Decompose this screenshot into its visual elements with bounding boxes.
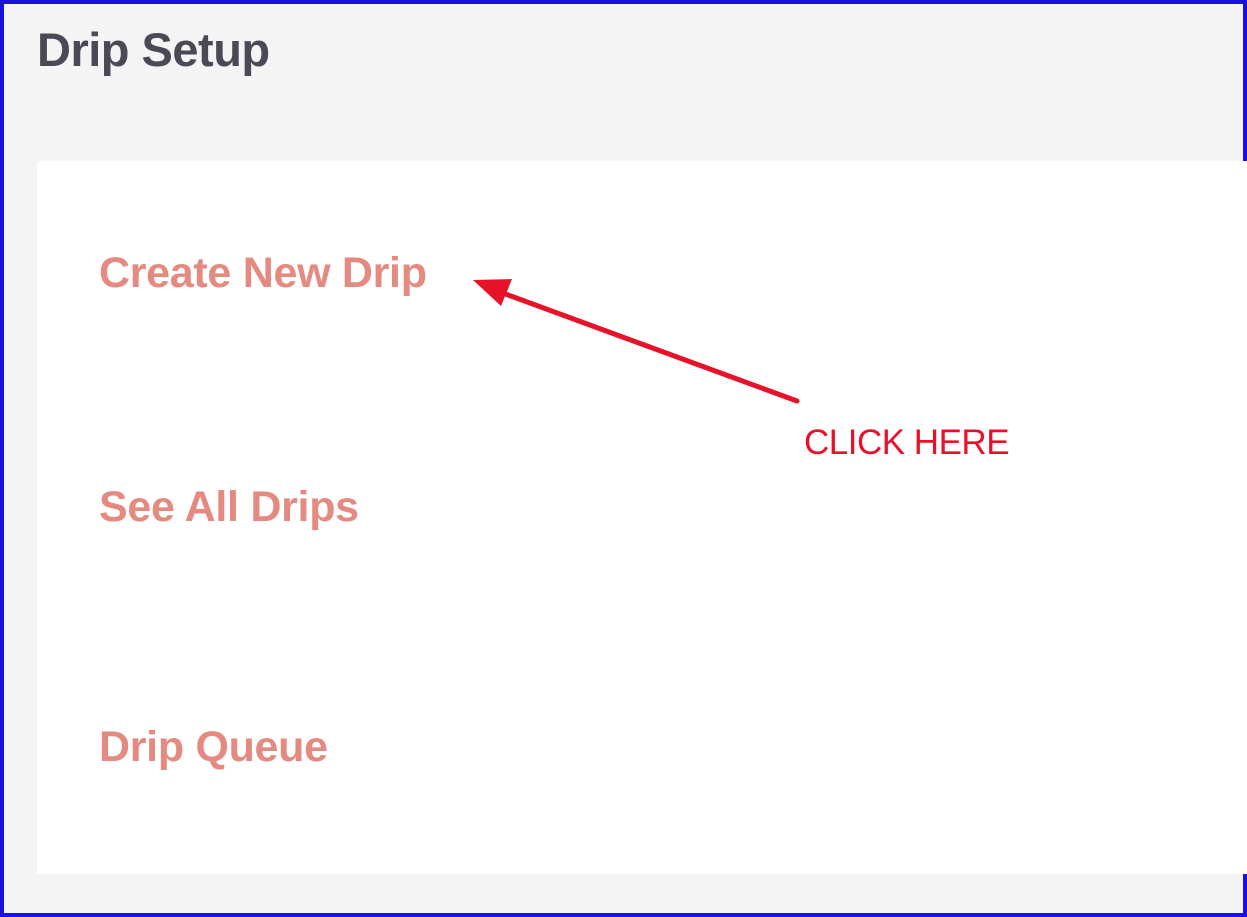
drip-setup-window: Drip Setup Create New Drip See All Drips… bbox=[0, 0, 1247, 917]
create-new-drip-link[interactable]: Create New Drip bbox=[99, 249, 427, 298]
drip-menu-panel: Create New Drip See All Drips Drip Queue bbox=[37, 161, 1247, 874]
click-here-annotation: CLICK HERE bbox=[804, 423, 1010, 462]
page-title: Drip Setup bbox=[37, 23, 270, 76]
see-all-drips-link[interactable]: See All Drips bbox=[99, 483, 359, 532]
drip-queue-link[interactable]: Drip Queue bbox=[99, 723, 328, 772]
